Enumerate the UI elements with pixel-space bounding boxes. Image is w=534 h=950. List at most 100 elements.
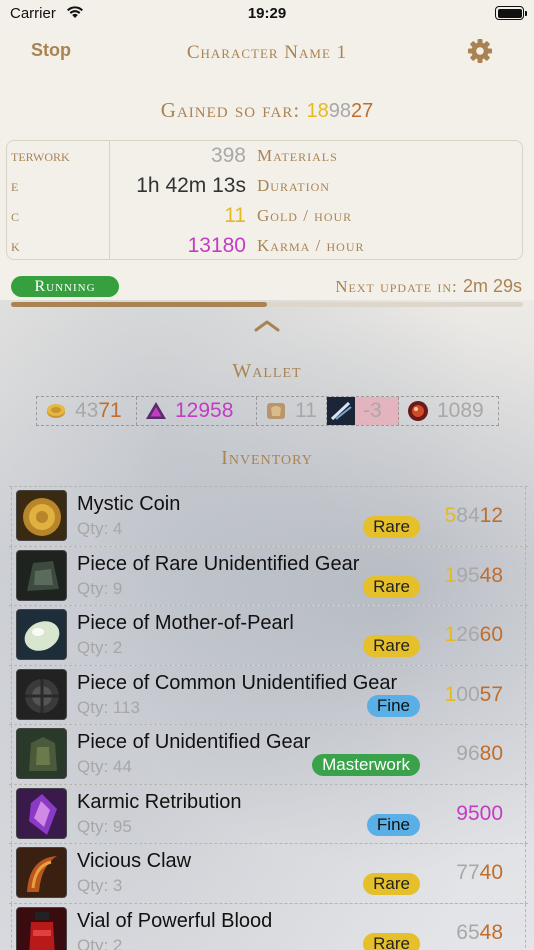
stat-label: Materials	[257, 146, 338, 165]
mystic-coin-icon	[16, 490, 67, 541]
item-price-gold: 5	[444, 504, 457, 527]
item-price-copper: 12	[479, 504, 503, 527]
wallet-bar: 43 71 12958 11 -3 1089	[36, 396, 499, 426]
item-price-gold: 1	[444, 682, 457, 706]
wallet-gem-value: 1089	[437, 399, 484, 422]
coin-icon	[47, 404, 65, 418]
stats-panel: terwork 398 Materials e 1h 42m 13s Durat…	[6, 140, 523, 260]
wallet-laurel-value: 11	[295, 399, 317, 422]
gear-icon[interactable]	[466, 37, 494, 65]
wallet-gem: 1089	[399, 397, 498, 425]
inventory-list: Mystic Coin Qty: 4 Rare 58412 Piece of R…	[9, 486, 528, 950]
item-price-copper: 60	[479, 623, 503, 646]
wallet-karma-value: 12958	[175, 399, 234, 422]
stat-label: Gold / hour	[257, 206, 353, 225]
update-progress-fill	[11, 302, 267, 307]
stat-label: Duration	[257, 176, 330, 195]
item-price: 7740	[456, 861, 503, 885]
item-qty: Qty: 95	[77, 816, 132, 836]
wallet-coin: 43 71	[37, 397, 137, 425]
character-name-title: Character Name 1	[186, 42, 348, 63]
item-name: Karmic Retribution	[77, 790, 242, 813]
stat-left-label: terwork	[11, 146, 70, 165]
stat-left-label: k	[11, 236, 20, 255]
rarity-badge: Masterwork	[312, 754, 420, 776]
item-qty: Qty: 2	[77, 638, 123, 657]
item-price-copper: 57	[479, 682, 503, 706]
status-bar: Carrier 19:29	[0, 0, 534, 28]
stat-left-label: c	[11, 206, 20, 225]
item-price: 58412	[445, 504, 503, 528]
item-price-silver: 95	[456, 563, 480, 587]
item-price-karma: 9500	[456, 801, 503, 825]
inventory-item[interactable]: Vial of Powerful Blood Qty: 2 Rare 6548	[9, 902, 528, 950]
item-price-silver: 00	[456, 682, 480, 706]
item-price-silver: 77	[456, 861, 480, 884]
item-name: Vicious Claw	[77, 850, 192, 872]
pearl-icon	[16, 609, 67, 660]
chevron-up-icon[interactable]	[253, 318, 281, 332]
stat-value: 13180	[187, 234, 246, 257]
inventory-item[interactable]: Piece of Mother-of-Pearl Qty: 2 Rare 126…	[9, 605, 528, 666]
running-status-badge: Running	[11, 276, 119, 297]
inventory-item[interactable]: Karmic Retribution Qty: 95 Fine 9500	[9, 783, 528, 844]
gained-so-far: Gained so far: 189827	[0, 98, 534, 123]
rarity-badge: Rare	[363, 873, 420, 895]
item-price-gold: 1	[444, 563, 457, 587]
update-progress-bar	[11, 302, 523, 307]
gem-icon	[408, 401, 428, 421]
spirit-shard-icon	[327, 397, 355, 425]
item-name: Piece of Unidentified Gear	[77, 731, 311, 753]
wallet-coin-copper: 71	[98, 399, 122, 422]
rarity-badge: Rare	[363, 932, 420, 950]
karma-icon	[146, 402, 166, 419]
item-price: 19548	[445, 564, 503, 588]
item-qty: Qty: 113	[77, 697, 140, 717]
item-price-copper: 48	[479, 920, 503, 944]
wallet-title: Wallet	[232, 360, 302, 382]
item-qty: Qty: 2	[77, 935, 123, 950]
item-name: Piece of Mother-of-Pearl	[77, 612, 294, 634]
next-update-label: Next update in:	[335, 277, 458, 296]
stat-value: 398	[210, 144, 246, 167]
item-price-copper: 48	[479, 563, 503, 587]
vicious-claw-icon	[16, 847, 67, 898]
item-qty: Qty: 4	[77, 519, 123, 538]
stat-row: k 13180 Karma / hour	[7, 231, 522, 259]
karmic-retribution-icon	[16, 787, 67, 839]
inventory-item[interactable]: Mystic Coin Qty: 4 Rare 58412	[9, 486, 528, 547]
rarity-badge: Rare	[363, 575, 420, 598]
item-price-silver: 65	[456, 920, 480, 944]
stat-left-label: e	[11, 176, 19, 195]
inventory-title: Inventory	[221, 447, 313, 469]
item-price: 10057	[445, 683, 503, 707]
inventory-item[interactable]: Piece of Common Unidentified Gear Qty: 1…	[9, 664, 528, 725]
gained-silver: 98	[328, 100, 351, 122]
item-price: 9680	[456, 742, 503, 766]
item-qty: Qty: 9	[77, 578, 123, 598]
wallet-laurel: 11	[257, 397, 327, 425]
rarity-badge: Fine	[366, 813, 420, 836]
wallet-karma: 12958	[137, 397, 257, 425]
inventory-item[interactable]: Vicious Claw Qty: 3 Rare 7740	[9, 843, 528, 904]
laurel-icon	[267, 403, 285, 419]
item-price-copper: 40	[479, 861, 503, 884]
inventory-item[interactable]: Piece of Unidentified Gear Qty: 44 Maste…	[9, 724, 528, 785]
gained-gold: 18	[306, 100, 329, 122]
nav-bar: Stop Character Name 1	[0, 34, 534, 68]
inventory-item[interactable]: Piece of Rare Unidentified Gear Qty: 9 R…	[9, 545, 528, 606]
item-price-silver: 26	[456, 623, 480, 646]
gained-label: Gained so far:	[160, 98, 301, 122]
item-name: Piece of Common Unidentified Gear	[77, 671, 398, 694]
item-name: Mystic Coin	[77, 493, 181, 515]
battery-icon	[495, 6, 527, 20]
item-price-silver: 84	[456, 504, 480, 527]
common-gear-icon	[16, 668, 67, 720]
next-update-time: 2m 29s	[462, 276, 522, 296]
item-name: Vial of Powerful Blood	[77, 909, 273, 932]
wallet-coin-silver: 43	[75, 399, 99, 422]
status-time: 19:29	[247, 5, 287, 22]
gained-copper: 27	[350, 100, 374, 122]
wallet-spirit-shard: -3	[327, 397, 399, 425]
wallet-spirit-shard-value: -3	[363, 399, 382, 422]
